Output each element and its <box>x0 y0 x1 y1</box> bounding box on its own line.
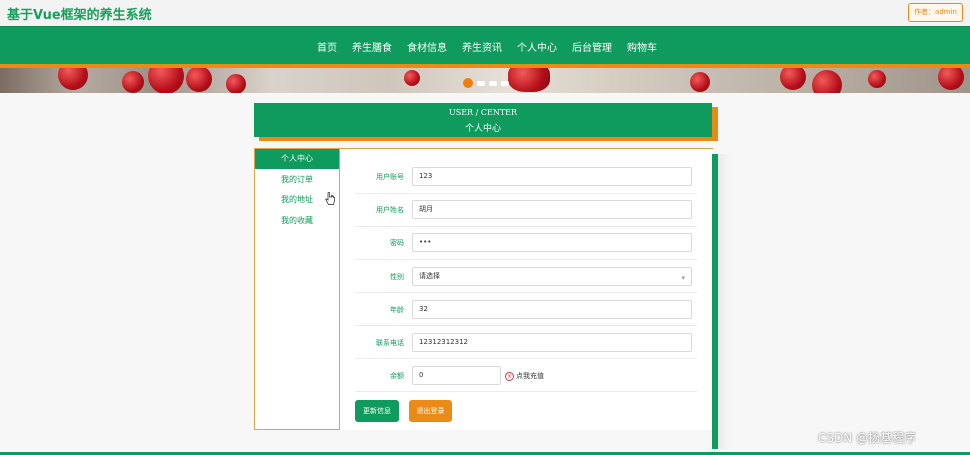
banner-fruit-image <box>508 68 550 92</box>
carousel-indicators <box>463 78 509 88</box>
age-label: 年龄 <box>390 306 404 314</box>
recharge-label: 点我充值 <box>516 372 544 380</box>
section-header-en: USER / CENTER <box>448 108 518 117</box>
carousel-dot[interactable] <box>477 80 485 86</box>
form-divider <box>355 193 697 194</box>
banner-fruit-image <box>780 68 806 90</box>
panel-shadow <box>718 154 730 449</box>
recharge-link[interactable]: × 点我充值 <box>505 371 544 381</box>
password-label: 密码 <box>390 239 404 247</box>
nav-item-ingredients[interactable]: 食材信息 <box>407 39 447 54</box>
banner-fruit-image <box>812 70 842 93</box>
sidebar-item-user-center[interactable]: 个人中心 <box>255 149 339 169</box>
banner-fruit-image <box>690 72 710 92</box>
gender-label: 性别 <box>390 273 404 281</box>
age-input[interactable]: 32 <box>412 300 692 319</box>
nav-item-admin[interactable]: 后台管理 <box>572 39 612 54</box>
name-label: 用户姓名 <box>376 206 404 214</box>
nav-item-news[interactable]: 养生资讯 <box>462 39 502 54</box>
username-input[interactable]: 123 <box>412 167 692 186</box>
banner-fruit-image <box>148 68 184 93</box>
site-title: 基于Vue框架的养生系统 <box>7 8 152 23</box>
pointer-cursor-icon <box>325 192 335 205</box>
watermark-text: CSDN @扬基程序 <box>818 431 917 445</box>
update-info-button[interactable]: 更新信息 <box>355 400 399 422</box>
recharge-icon: × <box>505 371 514 381</box>
form-divider <box>355 259 697 260</box>
phone-label: 联系电话 <box>376 339 404 347</box>
phone-input[interactable]: 12312312312 <box>412 333 692 352</box>
form-divider <box>355 226 697 227</box>
balance-input[interactable]: 0 <box>412 366 501 385</box>
nav-item-home[interactable]: 首页 <box>317 39 337 54</box>
form-divider <box>355 292 697 293</box>
banner-fruit-image <box>868 70 886 88</box>
form-divider <box>355 325 697 326</box>
user-center-sidebar: 个人中心 我的订单 我的地址 我的收藏 <box>254 148 340 430</box>
sidebar-item-favorites[interactable]: 我的收藏 <box>255 211 339 231</box>
banner-fruit-image <box>404 70 420 86</box>
nav-item-cart[interactable]: 购物车 <box>627 39 657 54</box>
password-input[interactable]: ••• <box>412 233 692 252</box>
carousel-dot-active[interactable] <box>463 78 473 88</box>
sidebar-item-orders[interactable]: 我的订单 <box>255 170 339 190</box>
form-divider <box>355 358 697 359</box>
banner-fruit-image <box>58 68 88 90</box>
carousel-dot[interactable] <box>489 80 497 86</box>
name-input[interactable]: 胡月 <box>412 200 692 219</box>
balance-label: 余额 <box>390 372 404 380</box>
banner-fruit-image <box>186 68 212 92</box>
gender-select-value: 请选择 <box>419 272 440 280</box>
section-header: USER / CENTER 个人中心 <box>254 103 712 137</box>
main-navbar: 首页 养生膳食 食材信息 养生资讯 个人中心 后台管理 购物车 <box>0 26 970 64</box>
banner-fruit-image <box>226 74 246 93</box>
banner-fruit-image <box>122 71 144 93</box>
banner-fruit-image <box>938 68 964 90</box>
nav-item-diet[interactable]: 养生膳食 <box>352 39 392 54</box>
username-label: 用户账号 <box>376 173 404 181</box>
profile-form-panel <box>340 148 713 430</box>
nav-item-user-center[interactable]: 个人中心 <box>517 39 557 54</box>
section-header-cn: 个人中心 <box>464 124 501 134</box>
form-divider <box>355 391 697 392</box>
logout-button[interactable]: 退出登录 <box>409 400 452 422</box>
carousel-dot[interactable] <box>501 80 509 86</box>
banner-carousel[interactable] <box>0 68 970 93</box>
gender-select[interactable]: 请选择 ▾ <box>412 267 692 286</box>
author-badge: 作者：admin <box>908 3 963 22</box>
chevron-down-icon: ▾ <box>681 274 685 282</box>
top-bar: 基于Vue框架的养生系统 作者：admin <box>0 0 970 26</box>
